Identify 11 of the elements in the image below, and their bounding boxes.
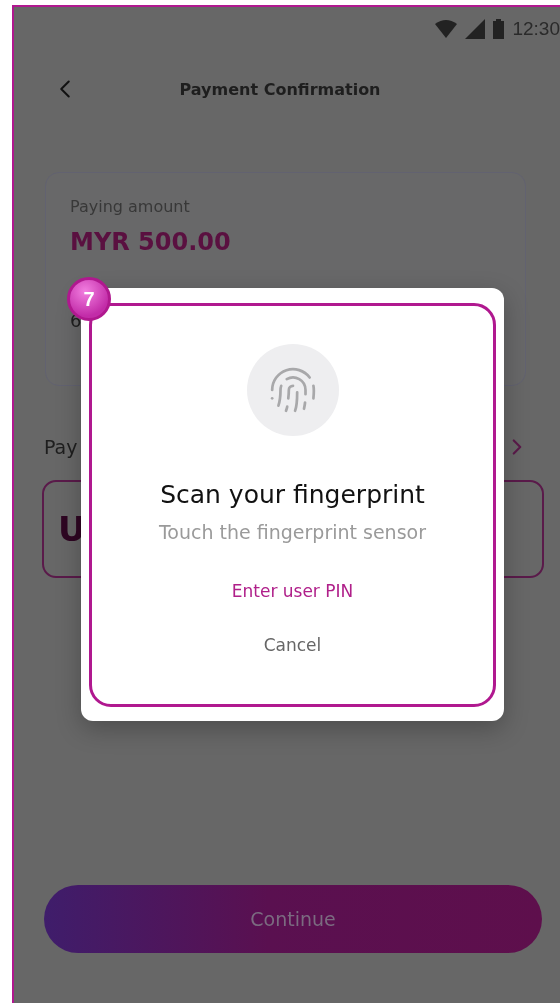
signal-icon xyxy=(465,19,486,39)
section-label: Pay xyxy=(44,436,78,458)
enter-pin-link[interactable]: Enter user PIN xyxy=(231,581,354,601)
wifi-icon xyxy=(435,20,458,38)
battery-icon xyxy=(493,19,505,39)
page-title: Payment Confirmation xyxy=(179,79,381,99)
cancel-button[interactable]: Cancel xyxy=(255,631,330,659)
amount-value: MYR 500.00 xyxy=(70,228,232,256)
dialog-title: Scan your fingerprint xyxy=(160,480,425,509)
dialog-subtitle: Touch the fingerprint sensor xyxy=(159,521,426,543)
status-time: 12:30 xyxy=(512,18,560,40)
